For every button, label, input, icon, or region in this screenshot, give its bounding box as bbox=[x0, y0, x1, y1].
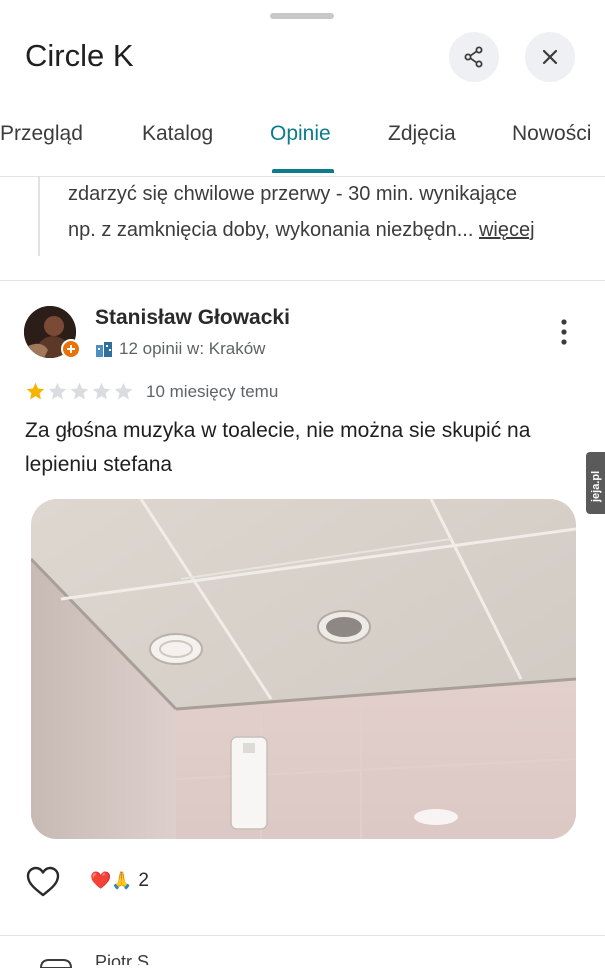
reaction-count: 2 bbox=[138, 870, 149, 891]
like-button[interactable] bbox=[26, 866, 60, 898]
review-text: Za głośna muzyka w toalecie, nie można s… bbox=[25, 419, 531, 476]
tab-zdjecia[interactable]: Zdjęcia bbox=[388, 122, 456, 146]
heart-outline-icon bbox=[26, 866, 60, 897]
tab-nowosci[interactable]: Nowości bbox=[512, 122, 591, 146]
bottom-divider bbox=[0, 935, 605, 936]
active-tab-indicator bbox=[272, 169, 334, 173]
star-empty-icon bbox=[114, 382, 133, 400]
tab-przeglad[interactable]: Przegląd bbox=[0, 122, 83, 146]
share-icon bbox=[464, 46, 483, 68]
share-button[interactable] bbox=[449, 32, 499, 82]
reviewer-name[interactable]: Stanisław Głowacki bbox=[95, 306, 290, 330]
read-more-link[interactable]: więcej bbox=[479, 219, 535, 241]
place-title: Circle K bbox=[25, 38, 134, 73]
star-empty-icon bbox=[92, 382, 111, 400]
more-vert-icon bbox=[561, 319, 567, 345]
next-review-author[interactable]: Piotr S bbox=[95, 952, 149, 965]
tab-katalog[interactable]: Katalog bbox=[142, 122, 213, 146]
review-date: 10 miesięcy temu bbox=[146, 381, 279, 401]
review-photo[interactable] bbox=[31, 499, 576, 839]
star-empty-icon bbox=[70, 382, 89, 400]
close-button[interactable] bbox=[525, 32, 575, 82]
reaction-emojis: ❤️🙏 bbox=[90, 871, 133, 890]
star-filled-icon bbox=[26, 382, 45, 400]
review-more-button[interactable] bbox=[552, 316, 576, 350]
tab-bar: Przegląd Katalog Opinie Zdjęcia Nowości bbox=[0, 118, 605, 176]
owner-response-snippet: zdarzyć się chwilowe przerwy - 30 min. w… bbox=[38, 176, 600, 256]
next-review-avatar bbox=[37, 955, 77, 969]
star-rating bbox=[25, 381, 134, 402]
city-icon bbox=[96, 342, 112, 357]
owner-response-line-1: zdarzyć się chwilowe przerwy - 30 min. w… bbox=[68, 183, 518, 205]
review-divider bbox=[0, 280, 605, 281]
reactions-summary[interactable]: ❤️🙏 2 bbox=[90, 870, 149, 892]
rating-row: 10 miesięcy temu bbox=[25, 381, 278, 402]
sheet-drag-handle[interactable] bbox=[270, 13, 334, 19]
watermark-tab: jeja.pl bbox=[586, 452, 605, 514]
owner-response-text: zdarzyć się chwilowe przerwy - 30 min. w… bbox=[68, 176, 605, 248]
reviewer-review-count: 12 opinii w: Kraków bbox=[119, 339, 266, 358]
owner-response-line-2: np. z zamknięcia doby, wykonania niezbęd… bbox=[68, 219, 474, 241]
local-guide-badge-icon bbox=[61, 339, 81, 359]
watermark-text: jeja.pl bbox=[590, 471, 602, 503]
tab-opinie[interactable]: Opinie bbox=[270, 122, 331, 146]
reviewer-meta: 12 opinii w: Kraków bbox=[95, 339, 265, 359]
close-icon bbox=[542, 49, 558, 65]
star-empty-icon bbox=[48, 382, 67, 400]
